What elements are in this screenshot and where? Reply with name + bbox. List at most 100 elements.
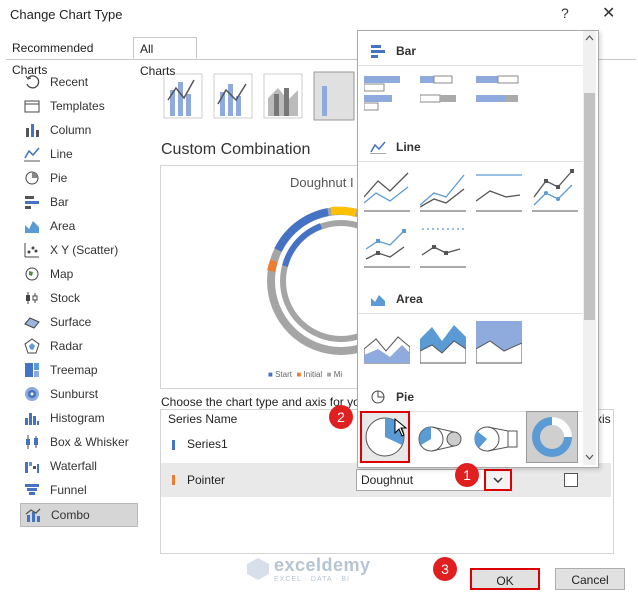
area-icon [24,218,40,234]
sidebar-item-combo[interactable]: Combo [20,503,138,527]
treemap-icon [24,362,40,378]
stacked-line-markers-thumb[interactable] [364,223,410,269]
pie-icon [371,390,385,404]
ok-button[interactable]: OK [470,568,540,590]
sidebar-item-bar[interactable]: Bar [20,191,138,213]
sidebar-item-label: Line [50,147,73,161]
sidebar-item-label: Templates [50,99,105,113]
stacked-area-100-thumb[interactable] [476,319,522,365]
line-icon [370,141,386,154]
sidebar-item-area[interactable]: Area [20,215,138,237]
gallery-section-area-label: Area [396,292,423,306]
cancel-button[interactable]: Cancel [555,568,625,590]
sidebar-item-line[interactable]: Line [20,143,138,165]
chart-type-select-value: Doughnut [361,473,414,487]
map-icon [24,266,40,282]
sidebar-item-label: Treemap [50,363,98,377]
secondary-axis-checkbox[interactable] [564,473,578,487]
gallery-scrollbar-thumb[interactable] [584,93,595,320]
gallery-section-pie-label: Pie [396,390,415,404]
line-icon [24,146,40,162]
sidebar-item-label: Funnel [50,483,87,497]
gallery-section-line: Line [358,133,584,161]
sidebar-item-label: Sunburst [50,387,99,401]
clustered-bar-thumb[interactable] [364,73,410,119]
chart-legend: ■ Start ■ Initial ■ Mi [268,370,343,379]
doughnut-thumb [532,417,572,457]
bar-icon [371,45,385,58]
funnel-icon [24,482,40,498]
help-button[interactable]: ? [561,5,569,21]
series1-swatch [172,440,175,450]
combo-icon [25,507,41,523]
sidebar-item-label: Combo [51,508,90,522]
sunburst-icon [24,386,40,402]
step-badge-3: 3 [433,557,457,581]
sidebar-item-surface[interactable]: Surface [20,311,138,333]
watermark: exceldemy EXCEL · DATA · BI [246,555,371,583]
gallery-section-bar-label: Bar [396,44,417,58]
line-thumb[interactable] [364,167,410,213]
sidebar-item-x-y-scatter[interactable]: X Y (Scatter) [20,239,138,261]
sidebar-item-waterfall[interactable]: Waterfall [20,455,138,477]
sidebar-item-stock[interactable]: Stock [20,287,138,309]
legend-initial: Initial [303,370,323,379]
chart-type-dropdown-button[interactable] [484,469,512,491]
sidebar-item-map[interactable]: Map [20,263,138,285]
scroll-down-icon[interactable] [584,453,595,461]
histogram-icon [24,410,40,426]
stacked-line-thumb[interactable] [420,167,466,213]
legend-mid: Mi [333,370,343,379]
gallery-section-line-label: Line [396,140,421,154]
stacked-area-thumb[interactable] [420,319,466,365]
sidebar-item-label: Radar [50,339,83,353]
sidebar-item-treemap[interactable]: Treemap [20,359,138,381]
sidebar-item-label: Recent [50,75,89,89]
series1-name: Series1 [187,437,228,451]
area-thumb[interactable] [364,319,410,365]
sidebar-item-label: Box & Whisker [50,435,129,449]
column-icon [24,122,40,138]
combo-subtype-strip [162,70,362,124]
tab-recommended-charts[interactable]: Recommended Charts [6,37,132,77]
sidebar-item-funnel[interactable]: Funnel [20,479,138,501]
sidebar-item-radar[interactable]: Radar [20,335,138,357]
combo-subtype-icons[interactable] [162,70,362,124]
line-markers-thumb[interactable] [532,167,578,213]
doughnut-chart-option[interactable] [526,411,578,463]
stacked-bar-thumb[interactable] [420,73,466,119]
sidebar-item-column[interactable]: Column [20,119,138,141]
sidebar-item-box-whisker[interactable]: Box & Whisker [20,431,138,453]
sidebar-item-histogram[interactable]: Histogram [20,407,138,429]
recent-icon [24,74,40,90]
mouse-cursor-icon [394,418,408,437]
sidebar-item-templates[interactable]: Templates [20,95,138,117]
stacked-line-100-thumb[interactable] [476,167,522,213]
window-title: Change Chart Type [10,7,123,22]
section-heading: Custom Combination [161,141,311,158]
stacked-bar-100-thumb[interactable] [476,73,522,119]
stacked-line-100-markers-thumb[interactable] [420,223,466,269]
sidebar-item-recent[interactable]: Recent [20,71,138,93]
sidebar-item-label: Stock [50,291,81,305]
sidebar-item-pie[interactable]: Pie [20,167,138,189]
gallery-section-pie: Pie [358,383,584,411]
bar-of-pie-thumb[interactable] [474,415,520,461]
box-whisker-icon [24,434,40,450]
bar-icon [24,194,40,210]
pie-of-pie-thumb[interactable] [418,415,464,461]
templates-icon [24,98,40,114]
sidebar-item-label: Pie [50,171,68,185]
sidebar-item-sunburst[interactable]: Sunburst [20,383,138,405]
pointer-swatch [172,475,175,485]
waterfall-icon [24,458,40,474]
pie-icon [24,170,40,186]
scroll-up-icon[interactable] [584,34,595,42]
gallery-section-bar: Bar [358,37,584,65]
close-button[interactable]: ✕ [602,3,615,23]
scatter-icon [24,242,40,258]
column-series-name: Series Name [168,412,238,426]
chart-preview [160,165,415,389]
tab-all-charts[interactable]: All Charts [133,37,197,78]
chart-type-gallery: Bar Line Area Pie [357,30,599,468]
